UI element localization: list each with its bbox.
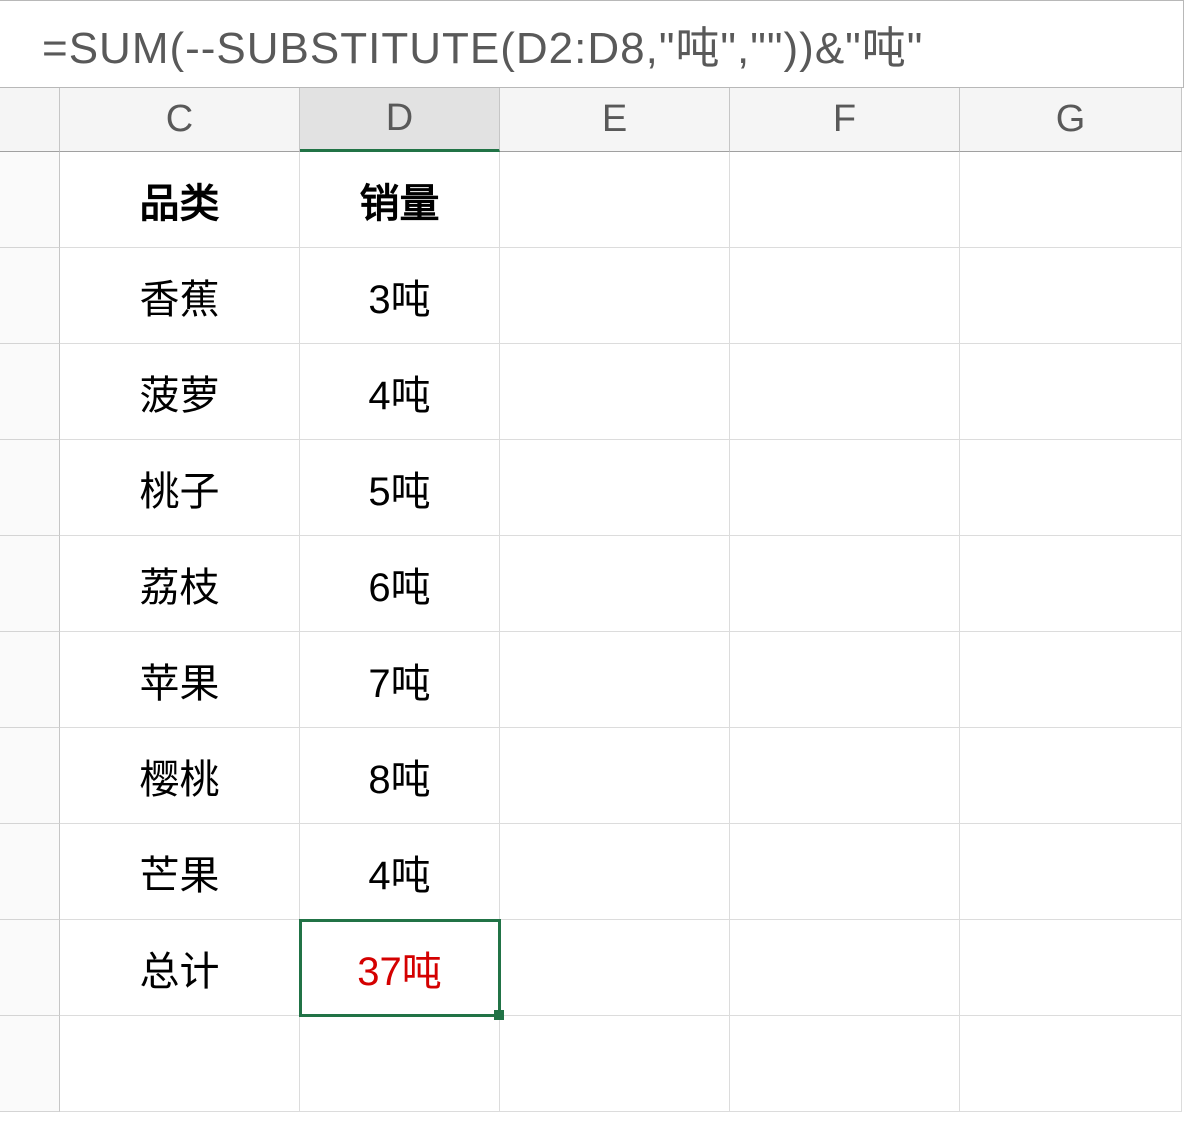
cell-e2[interactable] (500, 248, 730, 344)
row-2: 香蕉 3吨 (0, 248, 1184, 344)
cell-f7[interactable] (730, 728, 960, 824)
row-8: 芒果 4吨 (0, 824, 1184, 920)
cell-d5[interactable]: 6吨 (300, 536, 500, 632)
cell-c2[interactable]: 香蕉 (60, 248, 300, 344)
col-header-g[interactable]: G (960, 88, 1182, 152)
row-header-9[interactable] (0, 920, 60, 1016)
cell-e8[interactable] (500, 824, 730, 920)
row-1: 品类 销量 (0, 152, 1184, 248)
cell-c7[interactable]: 樱桃 (60, 728, 300, 824)
cell-d4[interactable]: 5吨 (300, 440, 500, 536)
formula-bar[interactable]: =SUM(--SUBSTITUTE(D2:D8,"吨",""))&"吨" (0, 0, 1184, 88)
cell-g3[interactable] (960, 344, 1182, 440)
row-10 (0, 1016, 1184, 1112)
cell-d7[interactable]: 8吨 (300, 728, 500, 824)
cell-e10[interactable] (500, 1016, 730, 1112)
cell-d3[interactable]: 4吨 (300, 344, 500, 440)
cell-c6[interactable]: 苹果 (60, 632, 300, 728)
row-5: 荔枝 6吨 (0, 536, 1184, 632)
cell-f1[interactable] (730, 152, 960, 248)
cell-d6[interactable]: 7吨 (300, 632, 500, 728)
fill-handle[interactable] (494, 1010, 504, 1020)
row-header-10[interactable] (0, 1016, 60, 1112)
formula-text: =SUM(--SUBSTITUTE(D2:D8,"吨",""))&"吨" (42, 12, 923, 76)
col-header-e[interactable]: E (500, 88, 730, 152)
cell-d10[interactable] (300, 1016, 500, 1112)
cell-c8[interactable]: 芒果 (60, 824, 300, 920)
select-all-corner[interactable] (0, 88, 60, 152)
row-3: 菠萝 4吨 (0, 344, 1184, 440)
spreadsheet-grid: C D E F G 品类 销量 香蕉 3吨 菠萝 4吨 桃子 5吨 (0, 88, 1184, 1112)
column-headers: C D E F G (0, 88, 1184, 152)
cell-c4[interactable]: 桃子 (60, 440, 300, 536)
cell-e5[interactable] (500, 536, 730, 632)
cell-e3[interactable] (500, 344, 730, 440)
cell-g5[interactable] (960, 536, 1182, 632)
row-header-2[interactable] (0, 248, 60, 344)
cell-d9-value: 37吨 (357, 939, 442, 997)
cell-g6[interactable] (960, 632, 1182, 728)
cell-e6[interactable] (500, 632, 730, 728)
cell-f8[interactable] (730, 824, 960, 920)
cell-f6[interactable] (730, 632, 960, 728)
cell-d1[interactable]: 销量 (300, 152, 500, 248)
col-header-c[interactable]: C (60, 88, 300, 152)
row-7: 樱桃 8吨 (0, 728, 1184, 824)
cell-g8[interactable] (960, 824, 1182, 920)
cell-d8[interactable]: 4吨 (300, 824, 500, 920)
row-6: 苹果 7吨 (0, 632, 1184, 728)
cell-e9[interactable] (500, 920, 730, 1016)
row-header-7[interactable] (0, 728, 60, 824)
cell-g7[interactable] (960, 728, 1182, 824)
cell-f10[interactable] (730, 1016, 960, 1112)
row-9: 总计 37吨 (0, 920, 1184, 1016)
col-header-f[interactable]: F (730, 88, 960, 152)
cell-d9[interactable]: 37吨 (300, 920, 500, 1016)
row-header-6[interactable] (0, 632, 60, 728)
cell-f4[interactable] (730, 440, 960, 536)
row-header-5[interactable] (0, 536, 60, 632)
col-header-d[interactable]: D (300, 88, 500, 152)
cell-c3[interactable]: 菠萝 (60, 344, 300, 440)
cell-c5[interactable]: 荔枝 (60, 536, 300, 632)
cell-c9[interactable]: 总计 (60, 920, 300, 1016)
cell-e4[interactable] (500, 440, 730, 536)
cell-g2[interactable] (960, 248, 1182, 344)
cell-g9[interactable] (960, 920, 1182, 1016)
row-4: 桃子 5吨 (0, 440, 1184, 536)
cell-c1[interactable]: 品类 (60, 152, 300, 248)
row-header-4[interactable] (0, 440, 60, 536)
cell-f3[interactable] (730, 344, 960, 440)
row-header-3[interactable] (0, 344, 60, 440)
cell-e7[interactable] (500, 728, 730, 824)
cell-g10[interactable] (960, 1016, 1182, 1112)
cell-f9[interactable] (730, 920, 960, 1016)
cell-c10[interactable] (60, 1016, 300, 1112)
cell-e1[interactable] (500, 152, 730, 248)
cell-f2[interactable] (730, 248, 960, 344)
row-header-8[interactable] (0, 824, 60, 920)
cell-g4[interactable] (960, 440, 1182, 536)
cell-d2[interactable]: 3吨 (300, 248, 500, 344)
cell-f5[interactable] (730, 536, 960, 632)
row-header-1[interactable] (0, 152, 60, 248)
cell-g1[interactable] (960, 152, 1182, 248)
